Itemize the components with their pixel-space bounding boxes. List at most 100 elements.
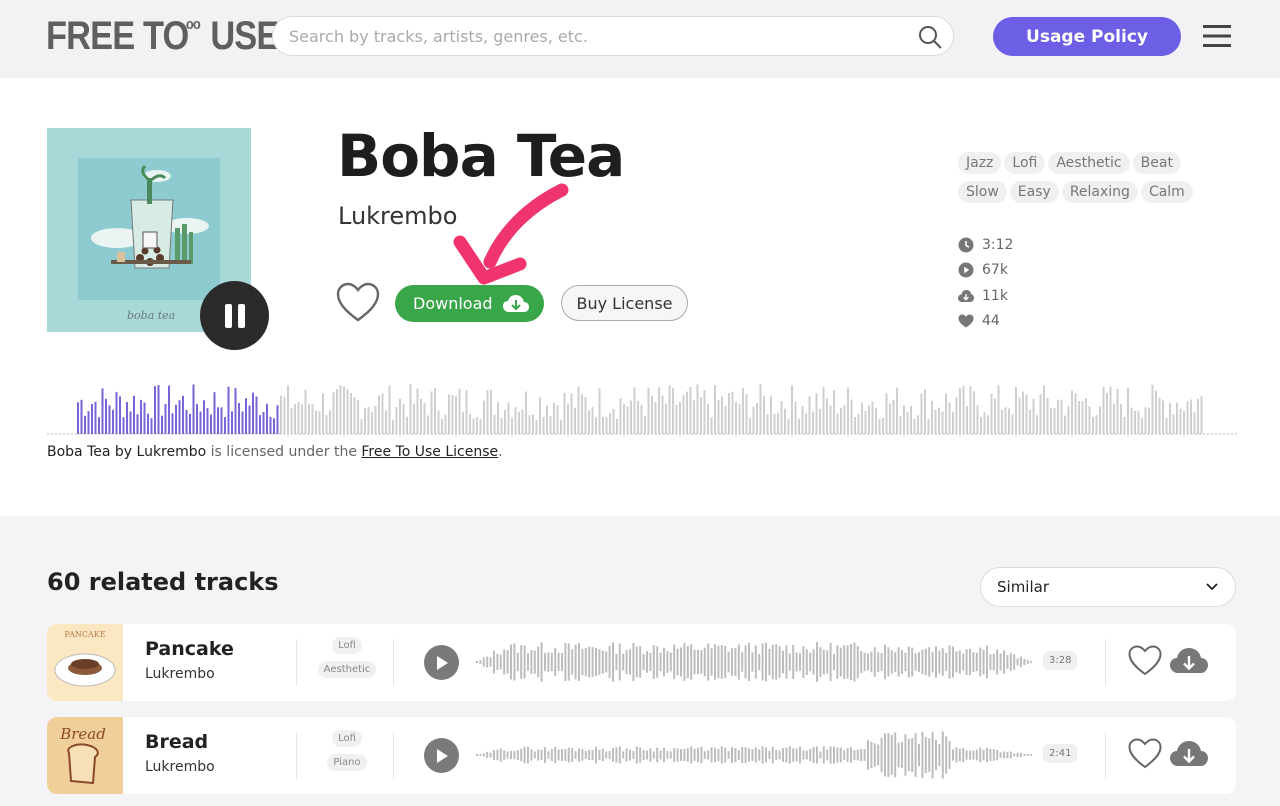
waveform-bar [322, 393, 324, 434]
waveform-bar [503, 750, 506, 760]
waveform-bar [1200, 396, 1203, 434]
track-thumbnail: PANCAKE [47, 624, 123, 701]
cloud-download-icon[interactable] [1169, 739, 1209, 769]
track-artist[interactable]: Lukrembo [145, 759, 215, 775]
waveform-bar [843, 750, 846, 760]
tag[interactable]: Beat [1132, 152, 1181, 174]
related-track-row[interactable]: PANCAKE Pancake Lukrembo Lofi Aesthetic … [47, 624, 1236, 701]
waveform-bar [126, 402, 128, 434]
tag[interactable]: Relaxing [1061, 181, 1138, 203]
track-artist[interactable]: Lukrembo [338, 202, 457, 230]
waveform-bar [500, 418, 503, 434]
waveform-bar [941, 731, 944, 779]
waveform-bar [884, 733, 886, 777]
waveform-bar [829, 405, 832, 434]
waveform-bar [871, 401, 874, 434]
waveform-bar [997, 385, 1000, 434]
waveform-bar [714, 644, 716, 680]
waveform-bar [129, 411, 132, 434]
waveform-bar [737, 644, 740, 680]
waveform-bar [413, 403, 415, 434]
search-icon[interactable] [917, 24, 943, 50]
pause-button[interactable] [200, 281, 269, 350]
sort-select[interactable]: Similar [980, 567, 1236, 607]
tag[interactable]: Slow [958, 181, 1007, 203]
waveform-bar [875, 408, 877, 434]
waveform-bar [483, 400, 485, 434]
waveform-bar [693, 749, 696, 761]
waveform-bar [931, 400, 933, 434]
usage-policy-button[interactable]: Usage Policy [993, 17, 1181, 56]
tag[interactable]: Lofi [1004, 152, 1046, 174]
stat-duration-value: 3:12 [982, 236, 1014, 253]
cover-caption: boba tea [127, 309, 175, 322]
search-input[interactable] [289, 23, 889, 49]
waveform-bar [778, 750, 781, 760]
heart-icon[interactable] [1128, 738, 1162, 770]
waveform-bar [1029, 410, 1031, 434]
tag[interactable]: Lofi [332, 637, 362, 654]
play-button[interactable] [424, 738, 459, 773]
track-waveform[interactable] [476, 729, 1032, 781]
waveform-bar [632, 750, 635, 760]
waveform-bar [673, 644, 676, 680]
waveform-bar [540, 642, 543, 682]
waveform-bar [938, 650, 941, 674]
waveform-bar [1109, 386, 1112, 434]
waveform-bar [860, 748, 863, 762]
waveform-bar [934, 409, 937, 434]
waveform-bar [651, 396, 653, 434]
waveform-bar [847, 387, 849, 434]
waveform-bar [297, 402, 300, 434]
tag[interactable]: Easy [1009, 181, 1059, 203]
waveform-bar [686, 391, 688, 434]
track-name[interactable]: Bread [145, 731, 208, 753]
waveform-bar [794, 401, 797, 434]
waveform-bar [836, 747, 839, 763]
waveform-bar [952, 411, 954, 434]
heart-icon[interactable] [1128, 645, 1162, 677]
cloud-download-icon[interactable] [1169, 646, 1209, 676]
waveform-bar [409, 384, 412, 434]
tag[interactable]: Piano [327, 754, 367, 771]
waveform-bar [952, 749, 954, 761]
waveform-bar [385, 410, 387, 434]
waveform-bar [530, 650, 533, 674]
logo-tail: USE [210, 14, 279, 58]
download-button[interactable]: Download [395, 285, 544, 322]
site-logo[interactable]: FREE TOoo USE [46, 14, 279, 59]
tag[interactable]: Calm [1140, 181, 1193, 203]
waveform-bar [826, 749, 829, 761]
waveform-bar [1085, 398, 1087, 434]
tag[interactable]: Aesthetic [317, 661, 377, 678]
waveform-bar [364, 408, 366, 434]
stat-duration: 3:12 [958, 232, 1013, 258]
waveform-bar [700, 650, 703, 674]
waveform-bar [287, 385, 289, 434]
waveform-bar [816, 642, 818, 682]
track-waveform[interactable] [476, 636, 1032, 688]
waveform-bar [724, 645, 727, 679]
waveform-bar [612, 642, 614, 682]
heart-icon[interactable] [336, 282, 380, 324]
waveform-bar [343, 386, 345, 434]
waveform-bar [192, 384, 195, 434]
tag[interactable]: Aesthetic [1048, 152, 1130, 174]
waveform-bar [578, 748, 580, 762]
waveform-player[interactable] [47, 380, 1237, 436]
license-link[interactable]: Free To Use License [361, 444, 498, 460]
waveform-bar [595, 746, 597, 764]
waveform-bar [280, 395, 282, 434]
tag[interactable]: Lofi [332, 730, 362, 747]
waveform-bar [644, 415, 646, 434]
related-track-row[interactable]: Bread Bread Lukrembo Lofi Piano 2:41 [47, 717, 1236, 794]
play-button[interactable] [424, 645, 459, 680]
buy-license-button[interactable]: Buy License [561, 285, 688, 321]
track-name[interactable]: Pancake [145, 638, 234, 660]
track-artist[interactable]: Lukrembo [145, 666, 215, 682]
menu-icon[interactable] [1202, 22, 1232, 50]
tag[interactable]: Jazz [958, 152, 1002, 174]
waveform-bar [1078, 401, 1080, 434]
waveform-bar [785, 645, 788, 679]
waveform-bar [996, 649, 999, 675]
